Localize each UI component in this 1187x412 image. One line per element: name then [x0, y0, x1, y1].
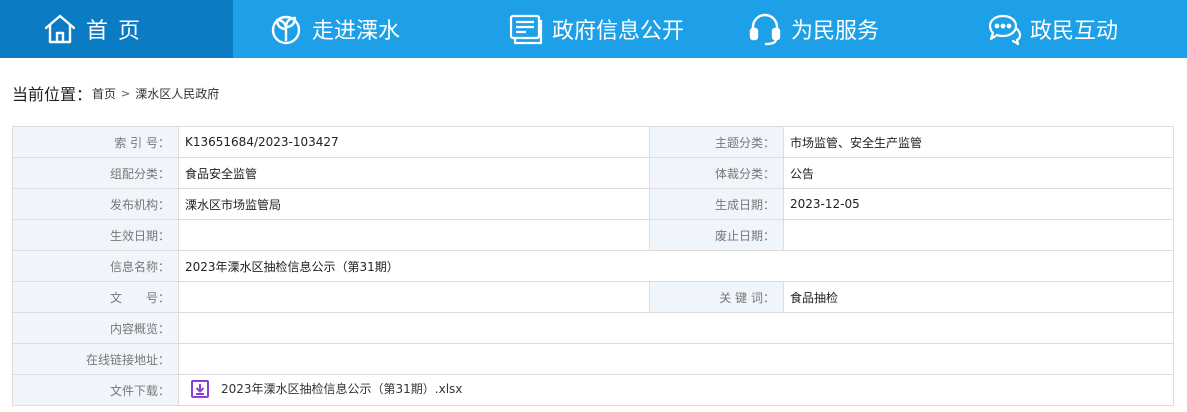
genre-category-value: 公告: [783, 157, 1174, 189]
breadcrumb-separator: >: [121, 86, 131, 100]
nav-interaction[interactable]: 政民互动: [986, 0, 1118, 58]
nav-gov-info[interactable]: 政府信息公开: [508, 0, 684, 58]
publisher-label: 发布机构：: [12, 188, 179, 220]
breadcrumb: 当前位置： 首页 > 溧水区人民政府: [12, 81, 219, 105]
home-icon: [42, 11, 78, 47]
document-number-value: [178, 281, 650, 313]
info-name-label: 信息名称：: [12, 250, 179, 282]
breadcrumb-home-link[interactable]: 首页: [92, 85, 116, 102]
keywords-label: 关 键 词：: [649, 281, 784, 313]
nav-about-lishui-label: 走进溧水: [312, 19, 401, 44]
nav-home-label: 首页: [86, 19, 151, 44]
genre-category-label: 体裁分类：: [649, 157, 784, 189]
table-row: 内容概览：: [12, 312, 1174, 344]
headset-icon: [747, 11, 783, 47]
online-link-value: [178, 343, 1174, 375]
summary-value: [178, 312, 1174, 344]
group-category-label: 组配分类：: [12, 157, 179, 189]
sprout-icon: [268, 11, 304, 47]
table-row: 信息名称： 2023年溧水区抽检信息公示（第31期）: [12, 250, 1174, 282]
group-category-value: 食品安全监管: [178, 157, 650, 189]
info-name-value: 2023年溧水区抽检信息公示（第31期）: [178, 250, 1174, 282]
download-icon: [191, 379, 209, 398]
chat-icon: [986, 11, 1022, 47]
abolished-date-label: 废止日期：: [649, 219, 784, 251]
nav-about-lishui[interactable]: 走进溧水: [268, 0, 400, 58]
created-date-label: 生成日期：: [649, 188, 784, 220]
table-row: 索 引 号： K13651684/2023-103427 主题分类： 市场监管、…: [12, 126, 1174, 158]
index-number-value: K13651684/2023-103427: [178, 126, 650, 158]
nav-interaction-label: 政民互动: [1030, 19, 1119, 44]
abolished-date-value: [783, 219, 1174, 251]
nav-gov-info-label: 政府信息公开: [552, 19, 685, 44]
effective-date-label: 生效日期：: [12, 219, 179, 251]
index-number-label: 索 引 号：: [12, 126, 179, 158]
table-row: 生效日期： 废止日期：: [12, 219, 1174, 251]
online-link-label: 在线链接地址：: [12, 343, 179, 375]
summary-label: 内容概览：: [12, 312, 179, 344]
table-row: 文 号： 关 键 词： 食品抽检: [12, 281, 1174, 313]
theme-category-label: 主题分类：: [649, 126, 784, 158]
file-download-label: 文件下载：: [12, 374, 179, 406]
nav-home[interactable]: 首页: [0, 0, 233, 58]
file-download-name: 2023年溧水区抽检信息公示（第31期）.xlsx: [221, 382, 463, 396]
keywords-value: 食品抽检: [783, 281, 1174, 313]
nav-public-service-label: 为民服务: [791, 19, 880, 44]
file-download-cell: 2023年溧水区抽检信息公示（第31期）.xlsx: [178, 374, 1174, 406]
breadcrumb-label: 当前位置：: [12, 85, 93, 104]
nav-public-service[interactable]: 为民服务: [747, 0, 879, 58]
file-download-link[interactable]: 2023年溧水区抽检信息公示（第31期）.xlsx: [191, 379, 463, 398]
table-row: 组配分类： 食品安全监管 体裁分类： 公告: [12, 157, 1174, 189]
table-row: 在线链接地址：: [12, 343, 1174, 375]
table-row: 发布机构： 溧水区市场监管局 生成日期： 2023-12-05: [12, 188, 1174, 220]
theme-category-value: 市场监管、安全生产监管: [783, 126, 1174, 158]
effective-date-value: [178, 219, 650, 251]
created-date-value: 2023-12-05: [783, 188, 1174, 220]
table-row: 文件下载： 2023年溧水区抽检信息公示（第31期）.xlsx: [12, 374, 1174, 406]
document-number-label: 文 号：: [12, 281, 179, 313]
top-nav: 首页 走进溧水 政府信息公开 为民服务 政民互动: [0, 0, 1187, 58]
publisher-value: 溧水区市场监管局: [178, 188, 650, 220]
document-icon: [508, 11, 544, 47]
breadcrumb-lishui-link[interactable]: 溧水区人民政府: [135, 85, 219, 102]
info-table: 索 引 号： K13651684/2023-103427 主题分类： 市场监管、…: [12, 126, 1174, 406]
